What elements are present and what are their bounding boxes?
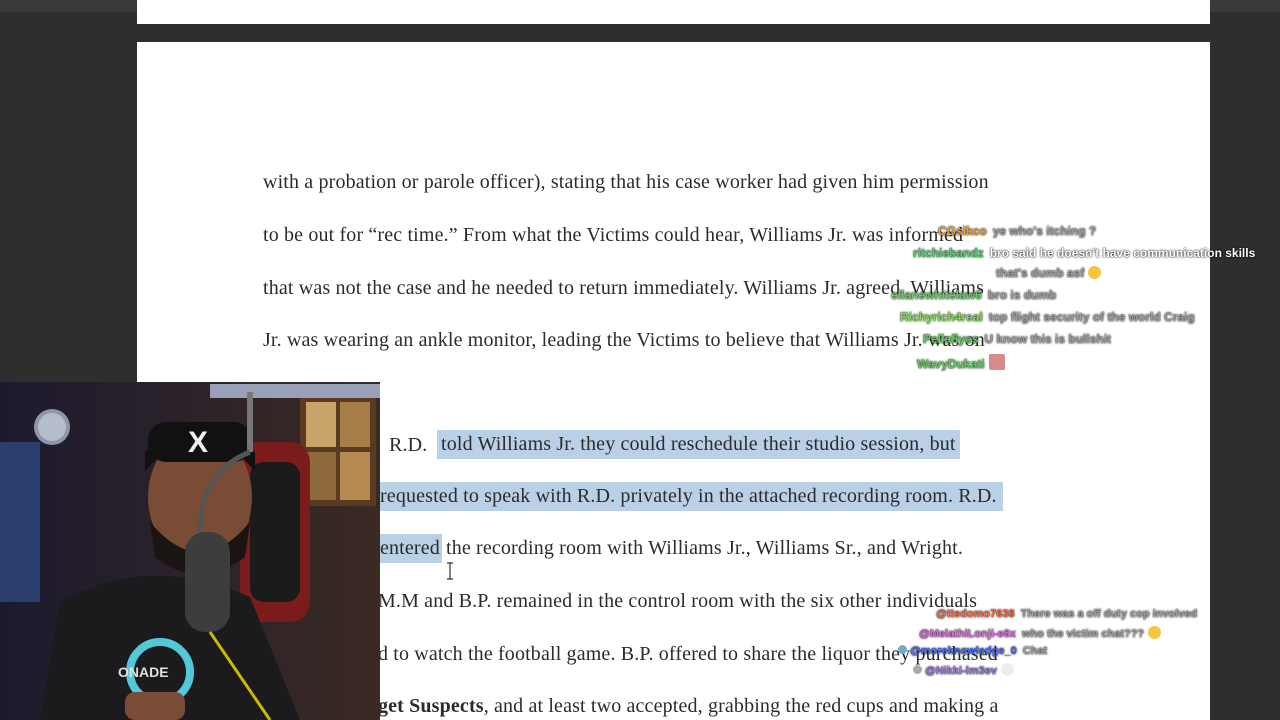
badge-icon (913, 665, 922, 674)
chat-message: @ttedomo7638 There was a off duty cop inv… (936, 608, 1197, 620)
chat-username[interactable]: ritchiebandz (913, 246, 984, 260)
chat-text: ye who's itching ? (992, 224, 1097, 238)
chat-text: bro said he doesn't have communication s… (989, 246, 1256, 260)
chat-text: who the victim chat??? (1021, 628, 1145, 640)
svg-text:ONADE: ONADE (118, 664, 169, 680)
chat-username[interactable]: CGsikco (938, 224, 987, 238)
sticker-emoji-icon (988, 354, 1005, 370)
chat-message: WavyDukati (917, 354, 1005, 371)
chat-username[interactable]: @MelathiLonji-e6x (919, 628, 1016, 640)
doc-line-8: M.M and B.P. remained in the control roo… (378, 590, 978, 612)
chat-username[interactable]: Pellaflyes (923, 332, 978, 346)
doc-line-10-rest: , and at least two accepted, grabbing th… (483, 695, 999, 717)
doc-line-4: Jr. was wearing an ankle monitor, leadin… (263, 329, 985, 351)
laughing-emoji-icon (1148, 626, 1162, 639)
doc-line-2: to be out for “rec time.” From what the … (263, 224, 964, 246)
chat-text: bro is dumb (987, 288, 1057, 302)
chat-username[interactable]: ellanewhitelaw6 (891, 288, 982, 302)
chat-message: Pellaflyes U know this is bullshit (923, 332, 1111, 346)
chat-message: ritchiebandz bro said he doesn't have com… (913, 246, 1255, 260)
chat-message: ellanewhitelaw6 bro is dumb (891, 288, 1056, 302)
chat-message: @moreknowledge_0 Chat (898, 645, 1047, 657)
chat-text: U know this is bullshit (984, 332, 1112, 346)
chat-text: Chat (1022, 645, 1048, 657)
doc-line-10: get Suspects, and at least two accepted,… (378, 695, 999, 718)
chat-message: @MelathiLonji-e6x who the victim chat??? (919, 626, 1162, 640)
chat-username[interactable]: Richyrich4real (900, 310, 983, 324)
text-cursor-icon (446, 562, 453, 580)
doc-line-6-selected: requested to speak with R.D. privately i… (380, 482, 1003, 511)
chat-username[interactable]: WavyDukati (917, 357, 985, 371)
webcam-overlay: ONADE X (0, 382, 380, 720)
chat-username[interactable]: @moreknowledge_0 (910, 645, 1017, 657)
doc-line-10-bold: get Suspects (378, 695, 484, 717)
doc-line-7-rest: the recording room with Williams Jr., Wi… (446, 537, 963, 559)
svg-text:X: X (188, 426, 208, 459)
previous-page-bottom (137, 0, 1210, 24)
doc-line-3: that was not the case and he needed to r… (263, 277, 985, 299)
doc-line-5-selected: told Williams Jr. they could reschedule … (437, 430, 960, 459)
streamer-camera-feed: ONADE X (0, 382, 380, 720)
laughing-emoji-icon (1088, 266, 1102, 279)
chat-message: @Nikki-lm3ev (913, 663, 1014, 677)
eyes-emoji-icon (1000, 663, 1014, 676)
chat-message: CGsikco ye who's itching ? (938, 224, 1096, 238)
chat-text: top flight security of the world Craig (988, 310, 1195, 324)
doc-line-5-prefix: R.D. (389, 434, 428, 456)
chat-username[interactable]: @ttedomo7638 (936, 608, 1015, 620)
chat-text: There was a off duty cop involved (1020, 608, 1198, 620)
chat-message: Richyrich4real top flight security of the… (900, 310, 1195, 324)
chat-message: that's dumb asf (996, 266, 1102, 280)
badge-icon (898, 645, 907, 654)
doc-line-1: with a probation or parole officer), sta… (263, 171, 989, 193)
chat-username[interactable]: @Nikki-lm3ev (925, 665, 997, 677)
doc-line-7-selected: entered (380, 534, 442, 563)
chat-text: that's dumb asf (996, 266, 1085, 280)
